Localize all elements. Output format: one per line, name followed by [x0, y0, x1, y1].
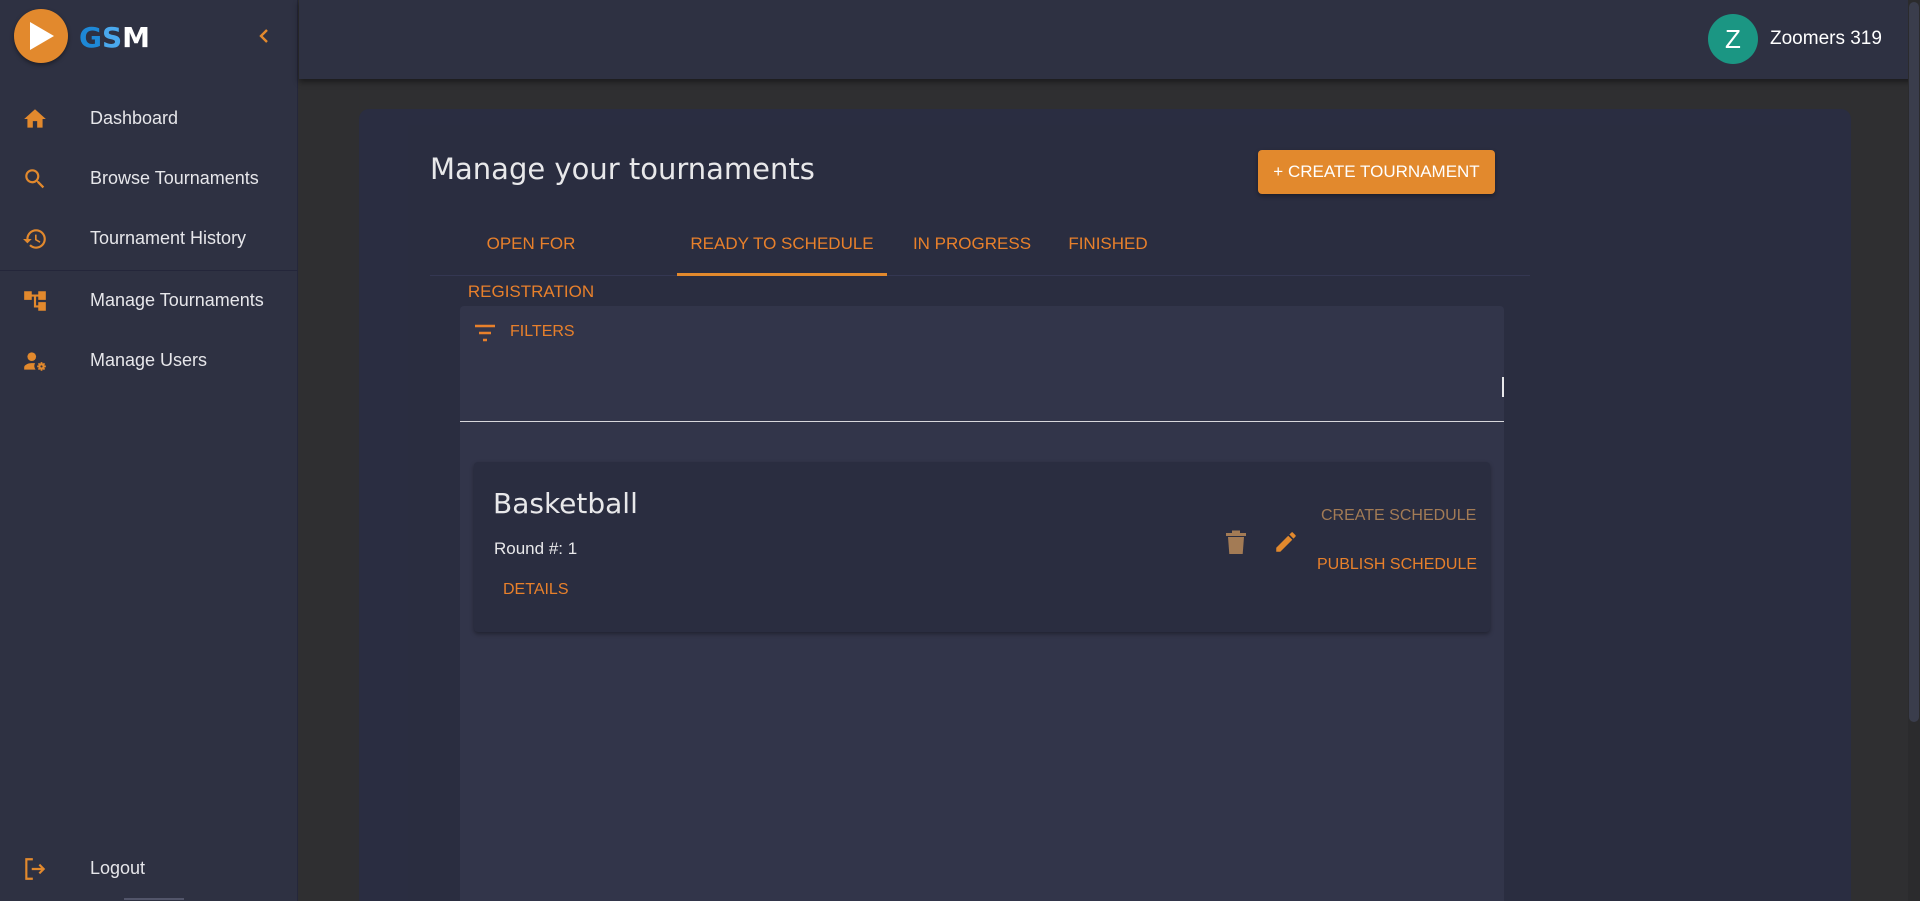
text-caret: [1502, 377, 1504, 397]
create-schedule-button[interactable]: CREATE SCHEDULE: [1321, 507, 1476, 525]
sidebar-item-label: Manage Users: [90, 350, 208, 370]
logout-button[interactable]: Logout: [0, 840, 298, 898]
tournament-round: Round #: 1: [494, 539, 578, 558]
logout-label: Logout: [90, 858, 146, 878]
filter-input[interactable]: [460, 360, 1504, 422]
tab-bar: OPEN FOR REGISTRATION READY TO SCHEDULE …: [430, 220, 1530, 301]
sidebar-item-tournament-history[interactable]: Tournament History: [0, 210, 298, 268]
home-icon: [22, 106, 48, 132]
filters-toggle[interactable]: FILTERS: [473, 321, 613, 345]
user-gear-icon: [22, 348, 48, 374]
avatar[interactable]: Z: [1708, 14, 1758, 64]
divider: [124, 898, 184, 900]
top-bar: [299, 0, 1920, 79]
sidebar-item-label: Dashboard: [90, 108, 179, 128]
create-tournament-button[interactable]: + CREATE TOURNAMENT: [1258, 150, 1495, 194]
edit-icon[interactable]: [1273, 529, 1299, 555]
tab-finished[interactable]: FINISHED: [1058, 220, 1158, 276]
tab-ready-to-schedule[interactable]: READY TO SCHEDULE: [677, 220, 887, 276]
nav-divider: [0, 270, 298, 271]
tab-in-progress[interactable]: IN PROGRESS: [908, 220, 1036, 276]
page-title: Manage your tournaments: [430, 152, 815, 186]
sidebar-item-label: Tournament History: [90, 228, 247, 248]
user-name[interactable]: Zoomers 319: [1770, 28, 1882, 50]
tournament-name: Basketball: [493, 487, 638, 520]
play-logo-icon: [14, 9, 68, 63]
filters-label: FILTERS: [510, 323, 575, 340]
details-button[interactable]: DETAILS: [503, 581, 569, 599]
brand-name: GSM: [79, 21, 151, 54]
publish-schedule-button[interactable]: PUBLISH SCHEDULE: [1317, 556, 1477, 574]
logout-icon: [22, 856, 48, 882]
sidebar-item-manage-tournaments[interactable]: Manage Tournaments: [0, 272, 298, 330]
scrollbar-track[interactable]: [1908, 0, 1920, 901]
sidebar-item-dashboard[interactable]: Dashboard: [0, 90, 298, 148]
sidebar-item-manage-users[interactable]: Manage Users: [0, 332, 298, 390]
tree-icon: [22, 288, 48, 314]
sidebar-item-label: Manage Tournaments: [90, 290, 264, 310]
chevron-left-icon[interactable]: [253, 25, 275, 47]
brand[interactable]: GSM: [14, 9, 284, 65]
sidebar: GSM Dashboard Browse Tournaments Tournam…: [0, 0, 298, 901]
history-icon: [22, 226, 48, 252]
sidebar-item-label: Browse Tournaments: [90, 168, 259, 188]
search-icon: [22, 166, 48, 192]
delete-icon[interactable]: [1225, 530, 1247, 556]
tab-open-for-registration[interactable]: OPEN FOR REGISTRATION: [430, 220, 632, 301]
sidebar-item-browse-tournaments[interactable]: Browse Tournaments: [0, 150, 298, 208]
filter-list-icon: [473, 323, 497, 347]
scrollbar-thumb[interactable]: [1909, 2, 1919, 722]
